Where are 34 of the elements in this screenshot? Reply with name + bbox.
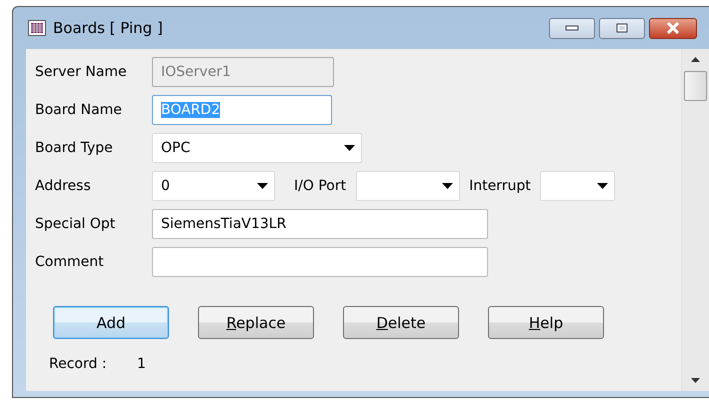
minimize-button[interactable] <box>549 18 595 38</box>
scrollbar[interactable] <box>681 49 709 391</box>
restore-button[interactable] <box>599 18 645 38</box>
close-button[interactable] <box>649 18 697 38</box>
input-field[interactable] <box>152 247 488 277</box>
field-label: Server Name <box>35 64 128 80</box>
button[interactable]: Add <box>53 306 169 339</box>
window-title: Boards [ Ping ] <box>53 19 163 37</box>
minimize-icon <box>565 25 579 31</box>
record-label: Record : <box>49 356 108 372</box>
field-label: I/O Port <box>294 178 346 194</box>
field-label: Board Name <box>35 102 123 118</box>
button[interactable]: Help <box>488 306 604 339</box>
field-label: Interrupt <box>469 178 531 194</box>
scroll-up-icon[interactable] <box>691 57 700 62</box>
dropdown-arrow-icon[interactable] <box>344 145 355 151</box>
dropdown[interactable]: 0 <box>152 171 275 201</box>
close-icon <box>666 22 680 34</box>
record-count: 1 <box>137 356 146 372</box>
button[interactable]: Delete <box>343 306 459 339</box>
restore-icon <box>616 23 628 33</box>
dropdown-arrow-icon[interactable] <box>596 183 608 189</box>
app-icon <box>28 20 46 36</box>
field-label: Address <box>35 178 92 194</box>
field-label: Comment <box>35 254 105 270</box>
input-field[interactable]: SiemensTiaV13LR <box>152 209 488 239</box>
scroll-down-icon[interactable] <box>691 378 700 383</box>
dropdown-arrow-icon[interactable] <box>257 183 268 189</box>
dropdown-arrow-icon[interactable] <box>442 183 454 189</box>
field-label: Special Opt <box>35 216 116 232</box>
scroll-thumb[interactable] <box>684 71 707 101</box>
button[interactable]: Replace <box>198 306 314 339</box>
dropdown[interactable]: OPC <box>152 133 362 163</box>
field-label: Board Type <box>35 140 114 156</box>
